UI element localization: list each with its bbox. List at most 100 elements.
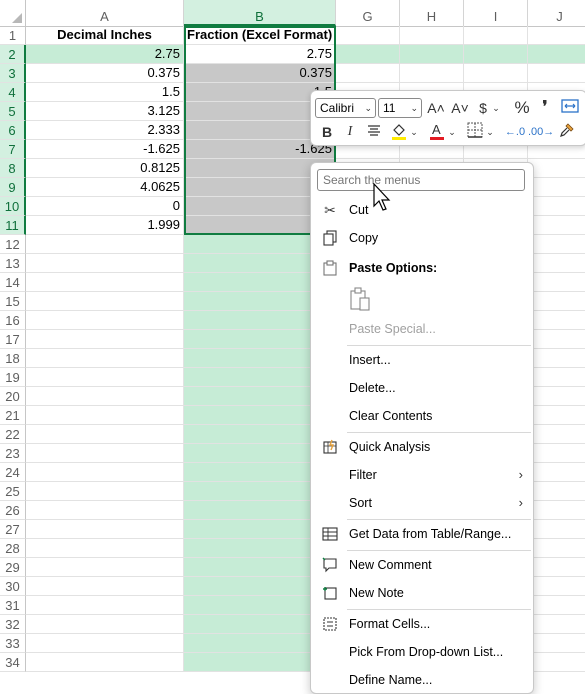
select-all-corner[interactable] xyxy=(0,0,26,26)
cell-a[interactable] xyxy=(26,425,184,444)
decrease-font-size-button[interactable]: A˅ xyxy=(450,98,470,118)
chevron-down-icon[interactable]: ⌄ xyxy=(410,122,418,142)
cell-a[interactable] xyxy=(26,539,184,558)
row-header[interactable]: 32 xyxy=(0,615,26,634)
comma-style-button[interactable]: ❜ xyxy=(538,98,552,118)
cell-empty[interactable] xyxy=(528,235,585,254)
cell-empty[interactable] xyxy=(528,368,585,387)
cell-b[interactable]: Fraction (Excel Format) xyxy=(184,26,336,45)
menu-item-get-data[interactable]: Get Data from Table/Range... xyxy=(311,521,533,547)
cell-a[interactable] xyxy=(26,596,184,615)
cell-a[interactable] xyxy=(26,273,184,292)
cell-empty[interactable] xyxy=(528,634,585,653)
column-header-a[interactable]: A xyxy=(26,0,184,26)
menu-item-quick-analysis[interactable]: Quick Analysis xyxy=(311,434,533,460)
cell-a[interactable] xyxy=(26,235,184,254)
row-header[interactable]: 17 xyxy=(0,330,26,349)
font-size-box[interactable]: 11 ⌄ xyxy=(378,98,422,118)
italic-button[interactable]: I xyxy=(342,122,358,142)
cell-a[interactable] xyxy=(26,520,184,539)
menu-item-filter[interactable]: Filter › xyxy=(311,462,533,488)
cell-empty[interactable] xyxy=(528,45,585,64)
menu-item-define-name[interactable]: Define Name... xyxy=(311,667,533,693)
column-header-i[interactable]: I xyxy=(464,0,528,26)
menu-item-new-note[interactable]: New Note xyxy=(311,580,533,606)
cell-a[interactable] xyxy=(26,254,184,273)
cell-a[interactable] xyxy=(26,482,184,501)
cell-a[interactable]: 0.8125 xyxy=(26,159,184,178)
row-header[interactable]: 13 xyxy=(0,254,26,273)
cell-a[interactable] xyxy=(26,463,184,482)
cell-a[interactable]: 0.375 xyxy=(26,64,184,83)
chevron-down-icon[interactable]: ⌄ xyxy=(486,122,494,142)
cell-a[interactable]: 2.333 xyxy=(26,121,184,140)
row-header[interactable]: 8 xyxy=(0,159,26,178)
row-header[interactable]: 27 xyxy=(0,520,26,539)
row-header[interactable]: 29 xyxy=(0,558,26,577)
cell-empty[interactable] xyxy=(528,254,585,273)
cell-a[interactable] xyxy=(26,406,184,425)
row-header[interactable]: 4 xyxy=(0,83,26,102)
row-header[interactable]: 18 xyxy=(0,349,26,368)
cell-empty[interactable] xyxy=(528,406,585,425)
cell-empty[interactable] xyxy=(528,444,585,463)
font-name-box[interactable]: Calibri ⌄ xyxy=(315,98,376,118)
row-header[interactable]: 15 xyxy=(0,292,26,311)
menu-item-sort[interactable]: Sort › xyxy=(311,490,533,516)
menu-item-pick-dropdown[interactable]: Pick From Drop-down List... xyxy=(311,639,533,665)
column-header-j[interactable]: J xyxy=(528,0,585,26)
menu-item-insert[interactable]: Insert... xyxy=(311,347,533,373)
cell-a[interactable] xyxy=(26,615,184,634)
cell-a[interactable]: Decimal Inches xyxy=(26,26,184,45)
cell-a[interactable] xyxy=(26,634,184,653)
cell-empty[interactable] xyxy=(528,577,585,596)
cell-empty[interactable] xyxy=(528,178,585,197)
cell-empty[interactable] xyxy=(528,501,585,520)
cell-a[interactable] xyxy=(26,501,184,520)
cell-empty[interactable] xyxy=(528,349,585,368)
menu-item-cut[interactable]: ✂ Cut xyxy=(311,197,533,223)
row-header[interactable]: 16 xyxy=(0,311,26,330)
column-header-g[interactable]: G xyxy=(336,0,400,26)
row-header[interactable]: 23 xyxy=(0,444,26,463)
cell-empty[interactable] xyxy=(528,64,585,83)
row-header[interactable]: 31 xyxy=(0,596,26,615)
cell-a[interactable] xyxy=(26,653,184,672)
cell-b[interactable]: 2.75 xyxy=(184,45,336,64)
cell-b[interactable]: 0.375 xyxy=(184,64,336,83)
cell-empty[interactable] xyxy=(528,615,585,634)
row-header[interactable]: 24 xyxy=(0,463,26,482)
cell-empty[interactable] xyxy=(336,64,400,83)
increase-decimal-button[interactable]: ←.0 xyxy=(504,122,526,142)
column-header-h[interactable]: H xyxy=(400,0,464,26)
borders-button[interactable] xyxy=(465,122,485,142)
cell-empty[interactable] xyxy=(464,45,528,64)
cell-empty[interactable] xyxy=(528,273,585,292)
cell-a[interactable]: 1.5 xyxy=(26,83,184,102)
paste-icon[interactable] xyxy=(349,287,371,311)
bold-button[interactable]: B xyxy=(319,122,335,142)
cell-empty[interactable] xyxy=(336,45,400,64)
cell-a[interactable] xyxy=(26,368,184,387)
row-header[interactable]: 6 xyxy=(0,121,26,140)
cell-empty[interactable] xyxy=(528,539,585,558)
decrease-decimal-button[interactable]: .00→ xyxy=(528,122,554,142)
cell-a[interactable]: 1.999 xyxy=(26,216,184,235)
row-header[interactable]: 9 xyxy=(0,178,26,197)
cell-empty[interactable] xyxy=(528,520,585,539)
row-header[interactable]: 5 xyxy=(0,102,26,121)
cell-empty[interactable] xyxy=(464,64,528,83)
cell-empty[interactable] xyxy=(528,596,585,615)
cell-empty[interactable] xyxy=(528,216,585,235)
cell-empty[interactable] xyxy=(528,463,585,482)
cell-empty[interactable] xyxy=(528,387,585,406)
menu-search-input[interactable] xyxy=(317,169,525,191)
cell-empty[interactable] xyxy=(400,64,464,83)
row-header[interactable]: 34 xyxy=(0,653,26,672)
menu-item-delete[interactable]: Delete... xyxy=(311,375,533,401)
row-header[interactable]: 33 xyxy=(0,634,26,653)
cell-a[interactable] xyxy=(26,330,184,349)
cell-a[interactable] xyxy=(26,577,184,596)
cell-empty[interactable] xyxy=(528,558,585,577)
cell-a[interactable]: 0 xyxy=(26,197,184,216)
